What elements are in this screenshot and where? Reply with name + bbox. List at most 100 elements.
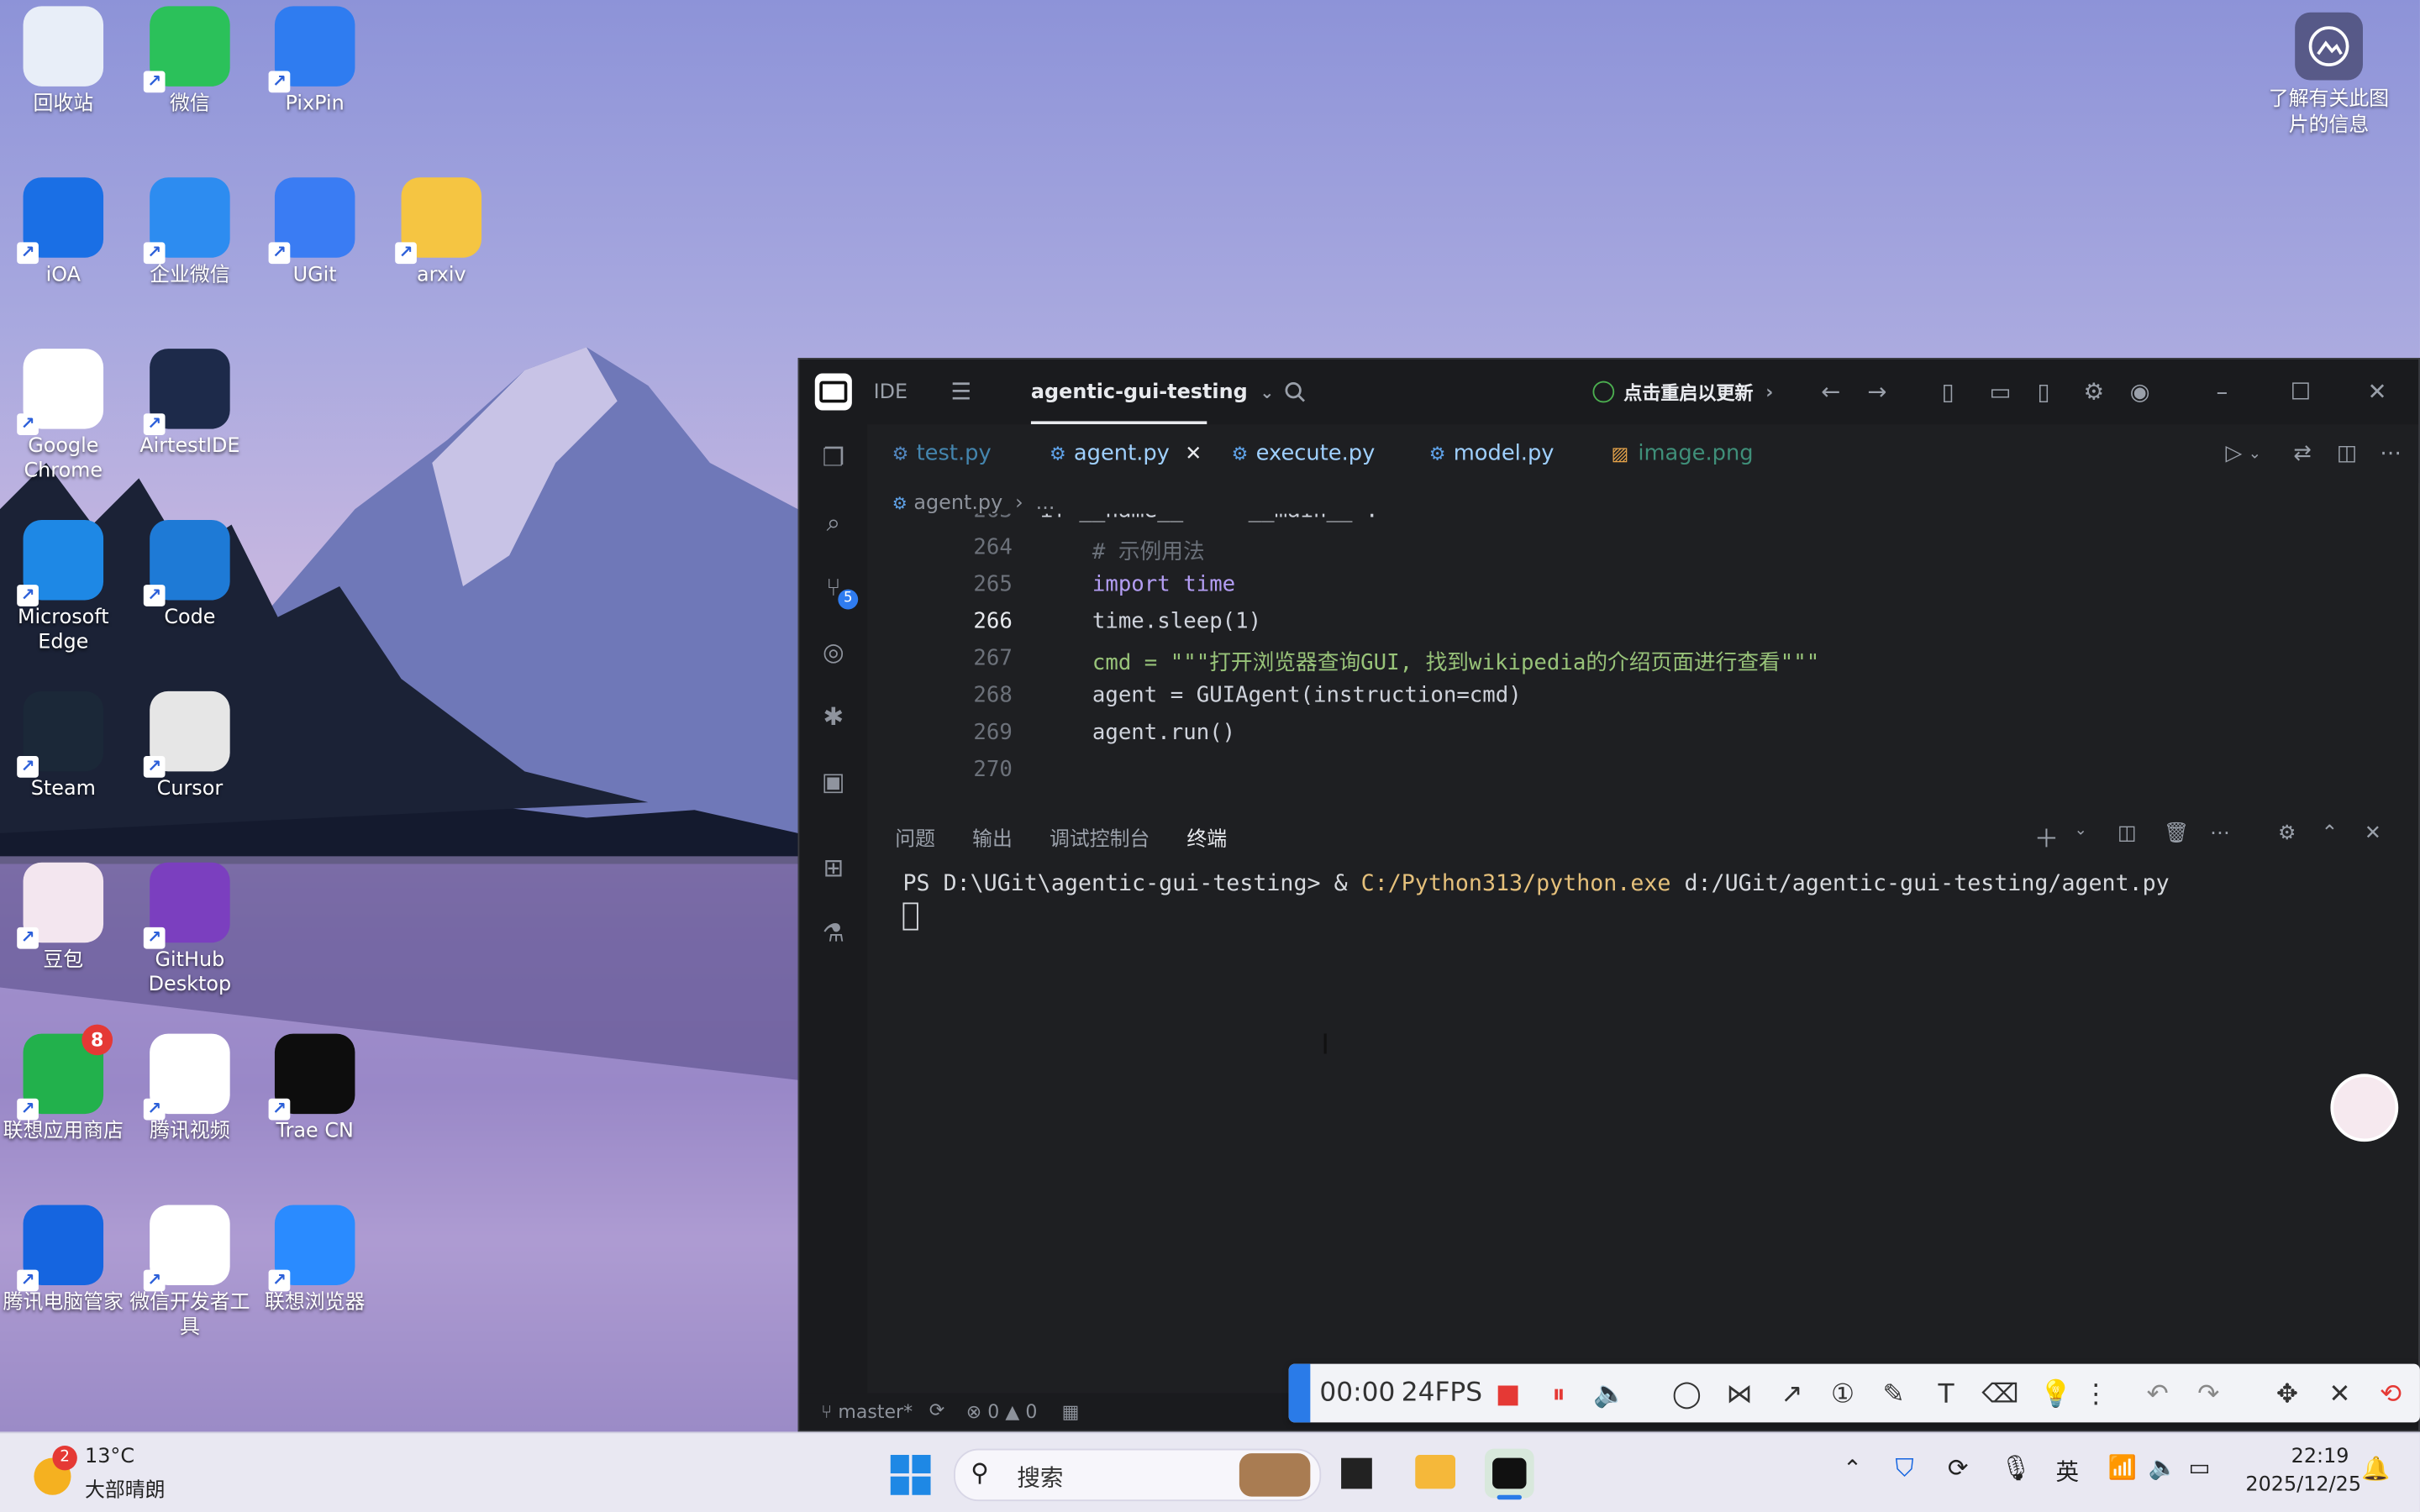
file-explorer-icon[interactable] [1415, 1455, 1456, 1489]
source-control-icon[interactable]: ⑂ 5 [818, 572, 859, 610]
run-button[interactable]: ▷ ⌄ [2226, 424, 2262, 483]
trae-taskbar-icon[interactable] [1484, 1448, 1534, 1500]
weather-icon[interactable]: 2 [31, 1445, 77, 1495]
split-terminal-icon[interactable]: ◫ [2118, 822, 2137, 846]
desktop-icon[interactable]: ↗ 腾讯视频 [127, 1033, 254, 1145]
code-line[interactable]: cmd = """打开浏览器查询GUI, 找到wikipedia的介绍页面进行查… [1040, 647, 1819, 678]
terminal-output[interactable]: PS D:\UGit\agentic-gui-testing> & C:/Pyt… [902, 872, 2170, 937]
restart-icon[interactable]: ⟲ [2374, 1378, 2407, 1411]
more-icon[interactable]: ⋯ [2380, 424, 2402, 483]
desktop-icon[interactable]: ↗ 腾讯电脑管家 [0, 1205, 127, 1315]
desktop-icon[interactable]: ↗ AirtestIDE [127, 349, 254, 459]
tab-test-py[interactable]: ⚙ test.py [892, 424, 992, 483]
desktop-icon[interactable]: ↗ iOA [0, 177, 127, 288]
account-icon[interactable]: ◉ [2130, 360, 2150, 424]
desktop-icon[interactable]: ↗ UGit [251, 177, 378, 288]
settings-sliders-icon[interactable]: ⚙ [2278, 822, 2296, 846]
code-editor[interactable]: 263 if __name__ == "__main__": 264 # 示例用法 2… [867, 514, 2418, 792]
breadcrumb-file[interactable]: agent.py [913, 492, 1002, 516]
clock-date[interactable]: 2025/12/25 [2245, 1473, 2361, 1497]
sync-tray-icon[interactable]: ⟳ [1948, 1453, 1969, 1483]
microphone-icon[interactable]: 🎙 [2000, 1453, 2031, 1483]
polyline-icon[interactable]: ⋈ [1723, 1378, 1756, 1411]
doubao-floating-avatar[interactable] [2330, 1074, 2399, 1142]
recorder-drag-handle[interactable] [1288, 1363, 1311, 1423]
clock-time[interactable]: 22:19 [2284, 1446, 2349, 1469]
undo-icon[interactable]: ↶ [2141, 1378, 2175, 1411]
pencil-icon[interactable]: ✎ [1876, 1378, 1910, 1411]
extensions-icon[interactable]: ⊞ [818, 853, 849, 885]
compare-icon[interactable]: ⇄ [2293, 424, 2312, 483]
code-line[interactable]: # 示例用法 [1040, 535, 1205, 566]
battery-icon[interactable]: ▭ [2188, 1453, 2210, 1481]
desktop-icon[interactable]: ↗ Steam [0, 690, 127, 802]
tab-terminal[interactable]: 终端 [1186, 822, 1227, 852]
desktop-icon[interactable]: ↗ 8 联想应用商店 [0, 1024, 127, 1145]
taskbar-search[interactable]: ⚲ 搜索 [954, 1448, 1322, 1502]
problems-indicator[interactable]: ⊗ 0 ▲ 0 [966, 1401, 1038, 1423]
add-terminal-icon[interactable]: ＋ [2034, 817, 2059, 854]
desktop-icon[interactable]: ↗ GitHub Desktop [127, 862, 254, 999]
desktop-icon[interactable]: ↗ 联想浏览器 [251, 1205, 378, 1315]
project-selector[interactable]: agentic-gui-testing ⌄ [1031, 360, 1274, 424]
debug-icon[interactable]: ✱ [818, 702, 849, 733]
text-tool-icon[interactable]: T [1929, 1378, 1963, 1411]
maximize-panel-icon[interactable]: ⌃ [2321, 822, 2338, 846]
code-line[interactable]: import time [1040, 572, 1235, 596]
wifi-icon[interactable]: 📶 [2108, 1453, 2137, 1481]
chevron-down-icon[interactable]: ⌄ [2075, 822, 2087, 839]
toggle-sidebar-icon[interactable]: ▯ [1942, 360, 1954, 424]
search-view-icon[interactable]: ⌕ [818, 507, 849, 538]
desktop-icon[interactable]: ↗ 微信 [127, 6, 254, 117]
menu-icon[interactable]: ☰ [950, 360, 971, 424]
desktop-icon[interactable]: ↗ 豆包 [0, 862, 127, 974]
tab-image-png[interactable]: ▨ image.png [1612, 424, 1754, 483]
desktop-icon[interactable]: ↗ PixPin [251, 6, 378, 117]
toggle-aux-icon[interactable]: ▯ [2037, 360, 2049, 424]
task-view-icon[interactable] [1341, 1457, 1372, 1489]
ime-indicator[interactable]: 英 [2055, 1455, 2079, 1488]
arrow-icon[interactable]: ↗ [1775, 1378, 1808, 1411]
explorer-icon[interactable]: ❐ [818, 443, 849, 474]
tab-agent-py[interactable]: ⚙ agent.py ✕ [1050, 424, 1202, 483]
security-shield-icon[interactable]: ⛉ [1895, 1453, 1913, 1484]
speaker-icon[interactable]: 🔈 [1592, 1378, 1626, 1411]
split-editor-icon[interactable]: ◫ [2337, 424, 2357, 483]
lightbulb-icon[interactable]: 💡 [2039, 1378, 2072, 1411]
minimize-icon[interactable]: – [2217, 360, 2228, 424]
move-icon[interactable]: ✥ [2270, 1378, 2304, 1411]
tab-debug-console[interactable]: 调试控制台 [1050, 822, 1150, 852]
eye-icon[interactable]: ◎ [818, 638, 849, 669]
close-icon[interactable]: ✕ [2367, 360, 2386, 424]
more-vertical-icon[interactable]: ⋮ [2079, 1378, 2112, 1411]
remote-icon[interactable]: ▣ [818, 767, 849, 798]
windows-start-icon[interactable] [890, 1455, 931, 1495]
remote-status-icon[interactable]: ▦ [1062, 1401, 1080, 1423]
desktop-icon[interactable]: ↗ Microsoft Edge [0, 519, 127, 656]
pause-icon[interactable]: ⏸ [1542, 1378, 1576, 1411]
close-tab-icon[interactable]: ✕ [1185, 442, 1202, 465]
chevron-up-icon[interactable]: ⌃ [1843, 1455, 1862, 1483]
number-marker-icon[interactable]: ① [1826, 1378, 1860, 1411]
ide-mode-label[interactable]: IDE [874, 381, 908, 404]
trash-icon[interactable]: 🗑 [2164, 822, 2189, 846]
restart-update-button[interactable]: 点击重启以更新 › [1592, 360, 1773, 424]
desktop-icon[interactable]: ↗ Trae CN [251, 1033, 378, 1145]
code-line[interactable]: if __name__ == "__main__": [1040, 514, 1379, 523]
desktop-icon[interactable]: ↗ 微信开发者工具 [127, 1205, 254, 1341]
forward-arrow-icon[interactable]: → [1867, 360, 1886, 424]
desktop-icon[interactable]: ↗ Google Chrome [0, 349, 127, 485]
tab-model-py[interactable]: ⚙ model.py [1429, 424, 1555, 483]
code-line[interactable]: time.sleep(1) [1040, 609, 1261, 633]
testing-icon[interactable]: ⚗ [818, 918, 849, 949]
back-arrow-icon[interactable]: ← [1821, 360, 1840, 424]
desktop-icon[interactable]: ↗ Cursor [127, 690, 254, 802]
tab-output[interactable]: 输出 [972, 822, 1013, 852]
close-panel-icon[interactable]: ✕ [2365, 822, 2381, 846]
eraser-icon[interactable]: ⌫ [1981, 1378, 2018, 1411]
desktop-icon[interactable]: ↗ 企业微信 [127, 177, 254, 288]
more-icon[interactable]: ⋯ [2210, 822, 2230, 846]
tab-problems[interactable]: 问题 [895, 822, 935, 852]
breadcrumb-more[interactable]: ... [1036, 492, 1055, 516]
picture-info-shortcut[interactable]: 了解有关此图片的信息 [2260, 12, 2398, 139]
